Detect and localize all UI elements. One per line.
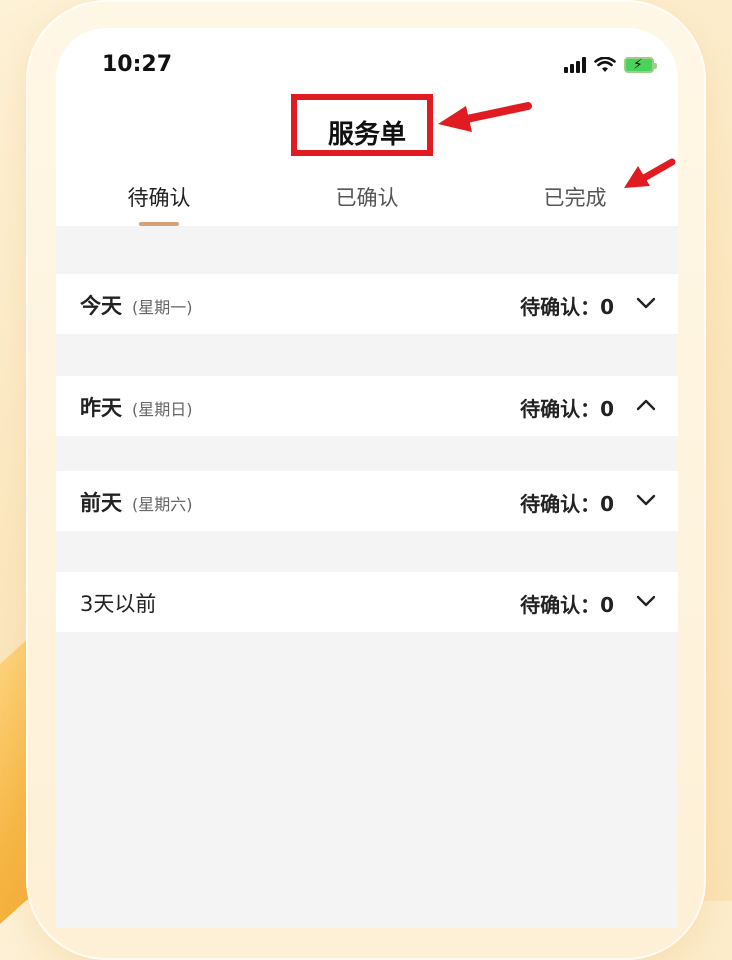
pending-count: 待确认：0	[520, 492, 614, 516]
section-title: 昨天	[80, 396, 122, 420]
section-title: 今天	[80, 294, 122, 318]
pending-count: 待确认：0	[520, 593, 614, 617]
tab-pending[interactable]: 待确认	[59, 182, 259, 212]
annotation-highlight-box	[291, 94, 433, 156]
battery-charging-icon: ⚡	[624, 57, 657, 73]
active-tab-indicator	[139, 222, 179, 226]
chevron-up-icon[interactable]	[636, 398, 656, 412]
wifi-icon	[594, 57, 616, 72]
pending-count: 待确认：0	[520, 295, 614, 319]
section-weekday: (星期一)	[132, 298, 193, 317]
section-weekday: (星期六)	[132, 495, 193, 514]
tab-bar: 待确认 已确认 已完成	[56, 166, 678, 226]
section-title: 前天	[80, 491, 122, 515]
annotation-arrow-icon	[624, 158, 676, 188]
annotation-arrow-icon	[438, 102, 532, 132]
section-yesterday[interactable]: 昨天 (星期日) 待确认：0	[56, 376, 678, 436]
pending-count: 待确认：0	[520, 397, 614, 421]
chevron-down-icon[interactable]	[636, 296, 656, 310]
tab-confirmed[interactable]: 已确认	[267, 182, 467, 212]
section-title: 3天以前	[80, 592, 157, 616]
section-day-before-yesterday[interactable]: 前天 (星期六) 待确认：0	[56, 471, 678, 531]
status-icons: ⚡	[564, 52, 657, 78]
chevron-down-icon[interactable]	[636, 594, 656, 608]
phone-screen: 10:27 ⚡ 服务单 待确认 已确认 已完成 今天 (星期一) 待确认：0 昨…	[56, 28, 678, 928]
cellular-signal-icon	[564, 57, 586, 73]
status-time: 10:27	[102, 52, 173, 77]
section-today[interactable]: 今天 (星期一) 待确认：0	[56, 274, 678, 334]
section-weekday: (星期日)	[132, 400, 193, 419]
section-older[interactable]: 3天以前 待确认：0	[56, 572, 678, 632]
chevron-down-icon[interactable]	[636, 493, 656, 507]
status-bar: 10:27 ⚡	[56, 28, 678, 96]
